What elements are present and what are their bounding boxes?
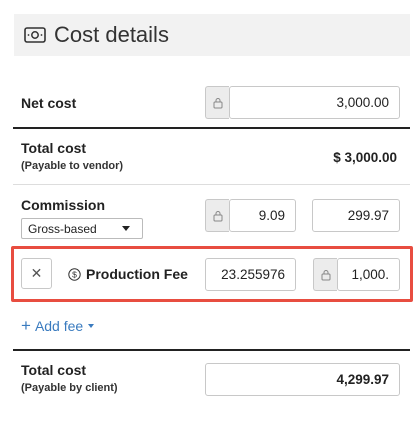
- divider: [13, 184, 410, 185]
- divider: [13, 349, 410, 351]
- plus-icon: +: [21, 316, 31, 335]
- production-fee-amount-input[interactable]: 1,000.: [337, 258, 400, 291]
- production-fee-percent-input[interactable]: 23.255976: [205, 258, 296, 291]
- chevron-down-icon: [122, 226, 130, 231]
- production-fee-label-group: $ Production Fee: [68, 266, 188, 282]
- remove-fee-button[interactable]: ✕: [21, 258, 52, 289]
- add-fee-button[interactable]: + Add fee: [21, 316, 95, 335]
- add-fee-label: Add fee: [34, 317, 84, 334]
- cost-details-header: Cost details: [14, 14, 410, 56]
- page-title: Cost details: [54, 22, 169, 47]
- dollar-circle-icon: $: [68, 267, 81, 281]
- close-icon: ✕: [30, 265, 43, 281]
- money-icon: [24, 27, 46, 43]
- commission-lock[interactable]: [205, 199, 229, 232]
- production-fee-label: Production Fee: [86, 266, 188, 282]
- total-client-value: 4,299.97: [205, 363, 400, 396]
- lock-icon: [321, 269, 330, 280]
- production-fee-lock[interactable]: [313, 258, 337, 291]
- commission-amount-input[interactable]: 299.97: [312, 199, 400, 232]
- total-vendor-value: $ 3,000.00: [333, 150, 397, 165]
- divider: [13, 127, 410, 129]
- commission-label: Commission: [21, 197, 106, 213]
- commission-basis-select[interactable]: Gross-based: [21, 218, 143, 239]
- chevron-down-icon: [88, 323, 95, 328]
- net-cost-input[interactable]: 3,000.00: [229, 86, 400, 119]
- total-client-block: Total cost (Payable by client): [21, 362, 118, 394]
- total-vendor-label: Total cost: [21, 140, 87, 156]
- total-client-sublabel: (Payable by client): [21, 382, 118, 394]
- lock-icon: [213, 97, 222, 108]
- total-vendor-sublabel: (Payable to vendor): [21, 160, 124, 172]
- commission-percent-input[interactable]: 9.09: [229, 199, 296, 232]
- svg-text:$: $: [72, 269, 77, 279]
- commission-basis-value: Gross-based: [28, 221, 97, 236]
- net-cost-label: Net cost: [21, 95, 77, 111]
- total-vendor-block: Total cost (Payable to vendor): [21, 140, 123, 172]
- net-cost-lock[interactable]: [205, 86, 229, 119]
- lock-icon: [213, 210, 222, 221]
- total-client-label: Total cost: [21, 362, 87, 378]
